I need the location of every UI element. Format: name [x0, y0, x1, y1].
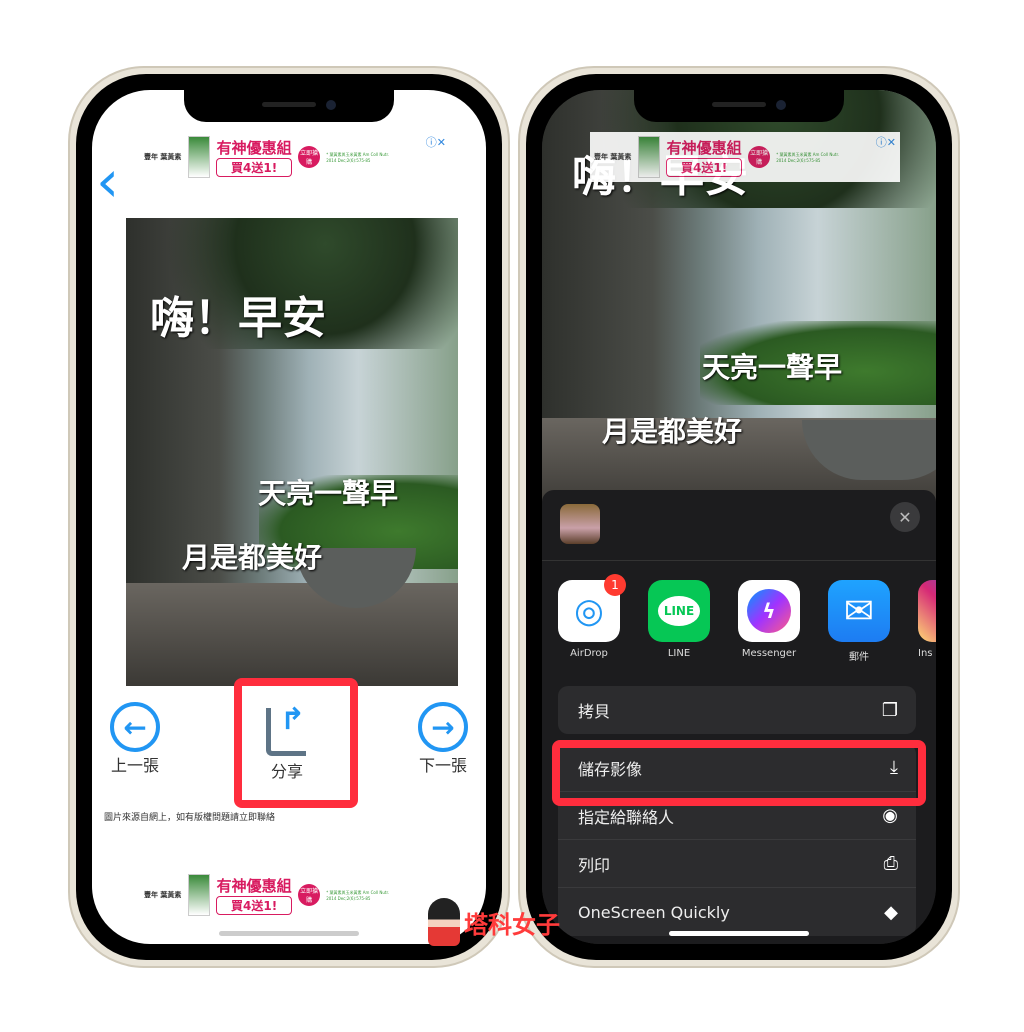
ad-fine-print: * 葉黃素與玉米黃素 Am Coll Nutr. 2014 Dec;2(6):5…: [776, 151, 840, 163]
contact-icon: ◉: [882, 805, 898, 826]
ad-close-icon[interactable]: ⓘ✕: [426, 134, 446, 150]
notification-badge: 1: [604, 574, 626, 596]
action-label: 列印: [578, 855, 611, 875]
mail-icon: ✉: [828, 580, 890, 642]
ad-fine-print: * 葉黃素與玉米黃素 Am Coll Nutr. 2014 Dec;2(6):5…: [326, 889, 390, 901]
home-indicator: [219, 931, 359, 936]
ad-title: 有神優惠組: [666, 139, 742, 157]
ad-buy-button[interactable]: 立即搶購: [748, 146, 771, 168]
right-screen: 嗨！早安 天亮一聲早 月是都美好 豐年 葉黃素 有神優惠組買4送1! 立即搶購 …: [542, 90, 936, 944]
action-label: 指定給聯絡人: [578, 807, 675, 827]
ad-offer: 買4送1!: [216, 158, 293, 177]
ad-banner-top[interactable]: 豐年 葉黃素 有神優惠組 買4送1! 立即搶購 * 葉黃素與玉米黃素 Am Col…: [140, 132, 450, 182]
photo-text: 月是都美好: [182, 541, 323, 574]
watermark-avatar: [428, 898, 460, 946]
app-label: 郵件: [849, 652, 869, 663]
arrow-left-icon: ←: [110, 702, 160, 752]
arrow-right-icon: →: [418, 702, 468, 752]
ad-fine-print: * 葉黃素與玉米黃素 Am Coll Nutr. 2014 Dec;2(6):5…: [326, 151, 390, 163]
instagram-icon: [918, 580, 936, 642]
photo-text: 天亮一聲早: [702, 351, 843, 384]
prev-label: 上一張: [110, 756, 159, 775]
photo-text: 嗨！早安: [150, 293, 326, 344]
ad-title: 有神優惠組: [216, 877, 292, 895]
app-label: AirDrop: [570, 648, 608, 659]
greeting-image: 嗨！早安 天亮一聲早 月是都美好: [126, 218, 458, 686]
app-label: Ins: [918, 648, 933, 659]
action-label: OneScreen Quickly: [578, 902, 730, 922]
app-instagram[interactable]: Ins: [918, 580, 936, 663]
ad-offer: 買4送1!: [216, 896, 293, 915]
ad-close-icon[interactable]: ⓘ✕: [876, 134, 896, 150]
app-row: ◎ 1 AirDrop LINE LINE ϟ Messenger ✉ 郵件 I…: [558, 574, 936, 663]
watermark-text: 塔科女子: [464, 910, 560, 939]
action-list: 拷貝 ❐ 儲存影像 ⤓ 指定給聯絡人 ◉ 列印 ⎙ OneScreen Quickly ◆: [558, 686, 916, 944]
app-line[interactable]: LINE LINE: [648, 580, 710, 663]
photo-text: 月是都美好: [602, 415, 743, 448]
app-messenger[interactable]: ϟ Messenger: [738, 580, 800, 663]
ad-brand: 豐年 葉黃素: [594, 153, 632, 161]
messenger-icon: ϟ: [747, 589, 791, 633]
app-label: LINE: [667, 648, 691, 659]
close-share-sheet-button[interactable]: ✕: [890, 502, 920, 532]
next-button[interactable]: → 下一張: [418, 702, 468, 776]
action-onescreen[interactable]: OneScreen Quickly ◆: [558, 888, 916, 936]
back-button[interactable]: ‹: [96, 152, 119, 210]
ad-banner-bottom[interactable]: 豐年 葉黃素 有神優惠組 買4送1! 立即搶購 * 葉黃素與玉米黃素 Am Col…: [140, 870, 450, 920]
ad-banner-top[interactable]: 豐年 葉黃素 有神優惠組 買4送1! 立即搶購 * 葉黃素與玉米黃素 Am Col…: [590, 132, 900, 182]
app-mail[interactable]: ✉ 郵件: [828, 580, 890, 663]
photo-text: 天亮一聲早: [258, 477, 399, 510]
ad-buy-button[interactable]: 立即搶購: [298, 146, 321, 168]
ad-offer: 買4送1!: [666, 158, 743, 177]
right-phone: 嗨！早安 天亮一聲早 月是都美好 豐年 葉黃素 有神優惠組買4送1! 立即搶購 …: [518, 66, 960, 968]
ad-product-image: [638, 136, 660, 178]
left-screen: 豐年 葉黃素 有神優惠組 買4送1! 立即搶購 * 葉黃素與玉米黃素 Am Col…: [92, 90, 486, 944]
next-label: 下一張: [418, 756, 467, 775]
prev-button[interactable]: ← 上一張: [110, 702, 160, 776]
ad-buy-button[interactable]: 立即搶購: [298, 884, 321, 906]
share-highlight-box: [234, 678, 358, 808]
save-image-highlight-box: [552, 740, 926, 806]
share-sheet: ✕ ◎ 1 AirDrop LINE LINE ϟ Messenger ✉ 郵件…: [542, 490, 936, 944]
ad-product-image: [188, 136, 210, 178]
watermark: 塔科女子: [428, 898, 560, 946]
ad-brand: 豐年 葉黃素: [144, 891, 182, 899]
left-phone: 豐年 葉黃素 有神優惠組 買4送1! 立即搶購 * 葉黃素與玉米黃素 Am Col…: [68, 66, 510, 968]
printer-icon: ⎙: [883, 853, 898, 874]
line-icon: LINE: [657, 596, 701, 626]
notch: [184, 90, 394, 122]
action-label: 拷貝: [578, 702, 611, 721]
action-print[interactable]: 列印 ⎙: [558, 840, 916, 888]
image-credit: 圖片來源自網上，如有版權問題請立即聯絡: [104, 813, 276, 823]
notch: [634, 90, 844, 122]
ad-product-image: [188, 874, 210, 916]
ad-title: 有神優惠組: [216, 139, 292, 157]
layers-icon: ◆: [884, 901, 898, 923]
copy-icon: ❐: [881, 699, 898, 721]
app-label: Messenger: [741, 648, 797, 659]
action-copy[interactable]: 拷貝 ❐: [558, 686, 916, 734]
shared-image-thumbnail: [560, 504, 600, 544]
ad-brand: 豐年 葉黃素: [144, 153, 182, 161]
home-indicator: [669, 931, 809, 936]
app-airdrop[interactable]: ◎ 1 AirDrop: [558, 574, 626, 663]
